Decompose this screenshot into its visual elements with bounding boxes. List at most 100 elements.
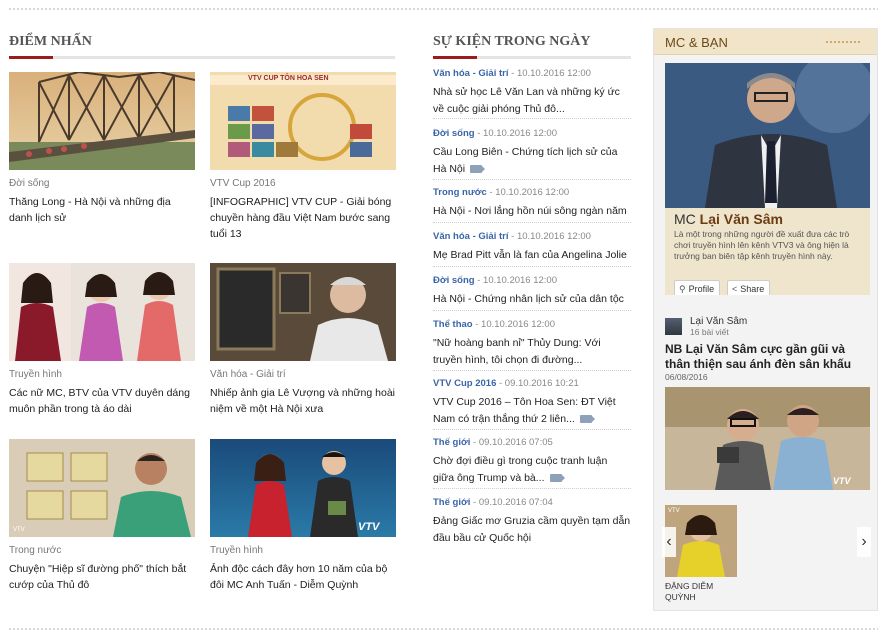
event-item[interactable]: Văn hóa - Giải trí - 10.10.2016 12:00 Nh… [433, 68, 631, 118]
event-time: - 10.10.2016 12:00 [472, 319, 555, 330]
mc-panel: MC & BẠN MC Lại Văn Sâm Là một trong nhữ… [653, 28, 878, 611]
bottom-dotted-divider [8, 627, 878, 632]
event-category[interactable]: Thế giới [433, 437, 470, 448]
event-category[interactable]: Thế giới [433, 497, 470, 508]
video-camera-icon [470, 165, 486, 174]
profile-label: Profile [688, 284, 715, 294]
slider-next-arrow-icon[interactable]: › [857, 527, 871, 557]
event-title[interactable]: "Nữ hoàng banh nỉ" Thủy Dung: Với truyền… [433, 335, 631, 369]
highlight-card[interactable]: VTV Trong nước Chuyện "Hiệp sĩ đường phố… [9, 439, 195, 593]
event-category[interactable]: Đời sống [433, 128, 475, 139]
featured-mc-card[interactable]: MC Lại Văn Sâm Là một trong những người … [665, 63, 870, 295]
event-item[interactable]: Đời sống - 10.10.2016 12:00 Cầu Long Biê… [433, 128, 631, 178]
featured-mc-photo[interactable] [665, 63, 870, 208]
event-item[interactable]: Thế giới - 09.10.2016 07:04 Đảng Giấc mơ… [433, 497, 631, 547]
event-item[interactable]: Văn hóa - Giải trí - 10.10.2016 12:00 Mẹ… [433, 231, 631, 264]
highlight-card[interactable]: VTV CUP TÔN HOA SEN VTV Cup 2016 [INFOGR… [210, 72, 396, 242]
highlights-title-underline [9, 56, 395, 59]
highlights-title: ĐIỂM NHẤN [9, 34, 92, 49]
vtv-watermark: VTV [668, 508, 680, 514]
share-label: Share [740, 284, 765, 294]
featured-mc-info: MC Lại Văn Sâm Là một trong những người … [665, 208, 870, 295]
event-category[interactable]: Thể thao [433, 319, 473, 330]
highlight-card[interactable]: Đời sống Thăng Long - Hà Nội và những đị… [9, 72, 195, 226]
event-separator [433, 179, 631, 180]
vtv-logo: VTV [833, 476, 851, 486]
event-title[interactable]: Hà Nội - Nơi lắng hồn núi sông ngàn năm [433, 203, 631, 220]
long-bien-bridge-thumbnail[interactable] [9, 72, 195, 170]
author-avatar[interactable] [665, 318, 682, 335]
street-hero-thumbnail[interactable]: VTV [9, 439, 195, 537]
vtv-cup-infographic-thumbnail[interactable]: VTV CUP TÔN HOA SEN [210, 72, 396, 170]
event-time: - 10.10.2016 12:00 [508, 68, 591, 79]
video-camera-icon [549, 474, 565, 483]
author-name[interactable]: Lại Văn Sâm [690, 316, 747, 327]
event-item[interactable]: Trong nước - 10.10.2016 12:00 Hà Nội - N… [433, 187, 631, 220]
event-time: - 09.10.2016 07:04 [470, 497, 553, 508]
event-separator [433, 266, 631, 267]
share-icon: < [732, 284, 738, 294]
event-title-text[interactable]: Cầu Long Biên - Chứng tích lịch sử của H… [433, 146, 618, 175]
event-title[interactable]: Cầu Long Biên - Chứng tích lịch sử của H… [433, 144, 631, 178]
vtv-watermark: VTV [13, 527, 25, 533]
card-category[interactable]: Văn hóa - Giải trí [210, 369, 396, 381]
top-dotted-divider [8, 7, 878, 12]
card-title[interactable]: Ảnh độc cách đây hơn 10 năm của bộ đôi M… [210, 561, 396, 593]
events-title: SỰ KIỆN TRONG NGÀY [433, 34, 591, 49]
event-category[interactable]: Văn hóa - Giải trí [433, 68, 509, 79]
events-title-underline [433, 56, 631, 59]
event-separator [433, 429, 631, 430]
event-title[interactable]: Hà Nội - Chứng nhân lịch sử của dân tộc [433, 291, 631, 308]
article-title[interactable]: NB Lại Văn Sâm cực gần gũi và thân thiện… [665, 342, 870, 372]
mc-name[interactable]: Lại Văn Sâm [700, 211, 783, 227]
event-title[interactable]: Đảng Giấc mơ Gruzia cầm quyền tạm dẫn đầ… [433, 513, 631, 547]
card-category[interactable]: Truyền hình [210, 545, 396, 557]
event-category[interactable]: Đời sống [433, 275, 475, 286]
card-category[interactable]: VTV Cup 2016 [210, 178, 396, 190]
slider-prev-arrow-icon[interactable]: ‹ [662, 527, 676, 557]
event-separator [433, 118, 631, 119]
card-title[interactable]: [INFOGRAPHIC] VTV CUP - Giải bóng chuyền… [210, 194, 396, 242]
mc-slide-name[interactable]: ĐẶNG DIỄM QUỲNH [665, 581, 745, 603]
event-title[interactable]: Nhà sử học Lê Văn Lan và những ký ức về … [433, 84, 631, 118]
event-title[interactable]: Mẹ Brad Pitt vẫn là fan của Angelina Jol… [433, 247, 631, 264]
card-title[interactable]: Các nữ MC, BTV của VTV duyên dáng muôn p… [9, 385, 195, 417]
article-thumbnail[interactable]: VTV [665, 387, 870, 490]
card-category[interactable]: Đời sống [9, 178, 195, 190]
mc-prefix: MC [674, 211, 696, 227]
featured-mc-name[interactable]: MC Lại Văn Sâm [674, 211, 783, 227]
event-item[interactable]: VTV Cup 2016 - 09.10.2016 10:21 VTV Cup … [433, 378, 631, 428]
vtv-cup-logo-text: VTV CUP TÔN HOA SEN [248, 75, 329, 82]
highlight-card[interactable]: Truyền hình Các nữ MC, BTV của VTV duyên… [9, 263, 195, 417]
author-post-count: 16 bài viết [690, 327, 729, 337]
card-title[interactable]: Chuyện "Hiệp sĩ đường phố" thích bắt cướ… [9, 561, 195, 593]
search-icon: ⚲ [679, 284, 686, 294]
event-category[interactable]: Trong nước [433, 187, 487, 198]
event-separator [433, 488, 631, 489]
event-item[interactable]: Đời sống - 10.10.2016 12:00 Hà Nội - Chứ… [433, 275, 631, 308]
event-time: - 10.10.2016 12:00 [486, 187, 570, 198]
event-category[interactable]: Văn hóa - Giải trí [433, 231, 509, 242]
mc-duo-thumbnail[interactable]: VTV [210, 439, 396, 537]
card-category[interactable]: Trong nước [9, 545, 195, 557]
highlight-card[interactable]: Văn hóa - Giải trí Nhiếp ảnh gia Lê Vượn… [210, 263, 396, 417]
event-category[interactable]: VTV Cup 2016 [433, 378, 496, 389]
card-title[interactable]: Thăng Long - Hà Nội và những địa danh lị… [9, 194, 195, 226]
featured-mc-description: Là một trong những người đề xuất đưa các… [674, 229, 850, 261]
event-title-text[interactable]: Chờ đợi điều gì trong cuộc tranh luận gi… [433, 455, 607, 484]
event-item[interactable]: Thế giới - 09.10.2016 07:05 Chờ đợi điều… [433, 437, 631, 487]
card-title[interactable]: Nhiếp ảnh gia Lê Vượng và những hoài niệ… [210, 385, 396, 417]
ao-dai-mcs-thumbnail[interactable] [9, 263, 195, 361]
photographer-le-vuong-thumbnail[interactable] [210, 263, 396, 361]
card-category[interactable]: Truyền hình [9, 369, 195, 381]
share-button[interactable]: < Share [727, 280, 771, 295]
event-title[interactable]: Chờ đợi điều gì trong cuộc tranh luận gi… [433, 453, 631, 487]
video-camera-icon [579, 415, 595, 424]
event-time: - 09.10.2016 10:21 [496, 378, 579, 389]
article-date: 06/08/2016 [665, 372, 708, 382]
event-item[interactable]: Thể thao - 10.10.2016 12:00 "Nữ hoàng ba… [433, 319, 631, 369]
event-separator [433, 370, 631, 371]
event-title[interactable]: VTV Cup 2016 – Tôn Hoa Sen: ĐT Việt Nam … [433, 394, 631, 428]
profile-button[interactable]: ⚲ Profile [674, 280, 721, 295]
highlight-card[interactable]: VTV Truyền hình Ảnh độc cách đây hơn 10 … [210, 439, 396, 593]
